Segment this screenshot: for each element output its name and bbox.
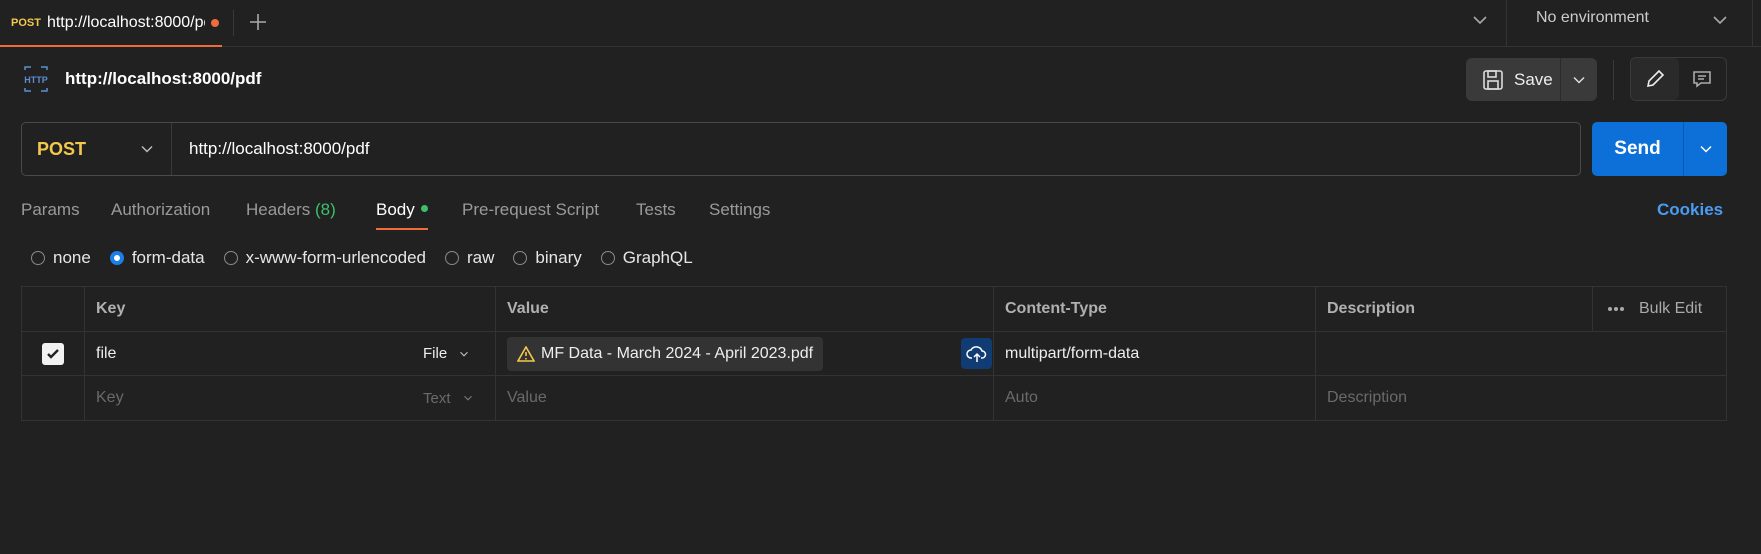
new-description-input[interactable]: Description (1315, 376, 1726, 420)
divider (1506, 0, 1507, 47)
header-key: Key (84, 287, 495, 331)
table-new-row: Key Text Value Auto Description (22, 376, 1726, 420)
environment-select[interactable]: No environment (1536, 9, 1649, 27)
radio-label: x-www-form-urlencoded (245, 248, 427, 267)
save-button-group: Save (1466, 58, 1597, 101)
radio-form-data[interactable]: form-data (109, 248, 205, 268)
tab-params[interactable]: Params (21, 200, 80, 220)
content-type-input[interactable]: multipart/form-data (993, 332, 1315, 375)
new-key-type-label: Text (423, 389, 451, 407)
new-value-input[interactable]: Value (495, 376, 993, 420)
tab-authorization[interactable]: Authorization (111, 200, 210, 220)
row-enabled-cell (22, 376, 84, 420)
more-options-icon[interactable] (1607, 306, 1625, 312)
header-checkbox-col (22, 287, 84, 331)
request-title[interactable]: http://localhost:8000/pdf (65, 69, 261, 89)
method-select[interactable]: POST (22, 123, 172, 175)
comments-icon[interactable] (1679, 58, 1727, 100)
tab-title: http://localhost:8000/pdf (46, 13, 205, 31)
tab-body-label: Body (376, 200, 415, 219)
save-label: Save (1514, 69, 1553, 89)
save-options-chevron-down-icon[interactable] (1561, 70, 1597, 90)
send-button-group: Send (1592, 122, 1727, 176)
radio-label: raw (467, 248, 495, 267)
active-tab-underline (376, 228, 428, 230)
cookies-link[interactable]: Cookies (1657, 200, 1723, 220)
radio-circle (223, 251, 238, 265)
tabs-chevron-down-icon[interactable] (1468, 8, 1492, 37)
new-key-type-select[interactable]: Text (412, 376, 495, 420)
file-chip[interactable]: MF Data - March 2024 - April 2023.pdf (507, 336, 824, 371)
http-icon: HTTP (21, 64, 51, 94)
divider (1752, 0, 1753, 47)
radio-circle (31, 251, 45, 265)
radio-label: form-data (131, 248, 205, 267)
request-tab[interactable]: POST http://localhost:8000/pdf (0, 0, 222, 47)
radio-graphql[interactable]: GraphQL (600, 248, 693, 268)
radio-label: binary (535, 248, 582, 267)
url-input[interactable] (172, 138, 1580, 160)
table-row: file File MF Data - March 2024 - April 2… (22, 332, 1726, 376)
body-dot (420, 205, 428, 213)
form-data-table: Key Value Content-Type Description Bulk … (21, 286, 1727, 421)
send-button[interactable]: Send (1592, 122, 1683, 176)
method-label: POST (37, 138, 87, 159)
bulk-edit-area: Bulk Edit (1592, 287, 1726, 331)
key-input[interactable]: file (84, 332, 412, 375)
cloud-upload-icon[interactable] (961, 338, 992, 369)
header-content-type: Content-Type (993, 287, 1315, 331)
radio-x-www-form-urlencoded[interactable]: x-www-form-urlencoded (223, 248, 427, 268)
radio-binary[interactable]: binary (513, 248, 582, 268)
row-enabled-checkbox[interactable] (42, 342, 64, 365)
new-tab-plus-icon[interactable] (248, 4, 268, 39)
tab-method: POST (11, 16, 41, 29)
key-type-chevron-down-icon (460, 351, 469, 357)
tab-pre-request-script[interactable]: Pre-request Script (462, 200, 599, 220)
radio-raw[interactable]: raw (445, 248, 494, 268)
new-key-input[interactable]: Key (84, 376, 412, 420)
radio-circle (445, 251, 460, 265)
table-header-row: Key Value Content-Type Description Bulk … (22, 287, 1726, 332)
radio-label: none (53, 248, 91, 267)
svg-text:HTTP: HTTP (24, 75, 48, 85)
tab-tests[interactable]: Tests (636, 200, 676, 220)
body-type-radio-group: none form-data x-www-form-urlencoded raw… (31, 248, 712, 268)
new-content-type-input[interactable]: Auto (993, 376, 1315, 420)
radio-circle (600, 251, 615, 265)
key-type-label: File (423, 345, 448, 362)
file-name: MF Data - March 2024 - April 2023.pdf (541, 344, 814, 362)
radio-circle-selected (109, 251, 124, 265)
radio-label: GraphQL (622, 248, 693, 267)
header-value: Value (495, 287, 993, 331)
radio-none[interactable]: none (31, 248, 91, 268)
send-options-chevron-down-icon[interactable] (1684, 122, 1727, 176)
value-cell: MF Data - March 2024 - April 2023.pdf (495, 332, 993, 375)
url-bar: POST (21, 122, 1581, 176)
tab-body[interactable]: Body (376, 200, 428, 220)
new-key-type-chevron-down-icon (463, 395, 472, 401)
divider (1613, 60, 1614, 100)
description-input[interactable] (1315, 332, 1726, 375)
environment-chevron-down-icon[interactable] (1708, 8, 1732, 37)
check-icon (47, 348, 59, 359)
key-type-select[interactable]: File (412, 332, 495, 375)
edit-pencil-icon[interactable] (1631, 58, 1679, 100)
divider (233, 10, 234, 36)
tab-headers[interactable]: Headers (8) (246, 200, 336, 220)
view-toggle (1630, 57, 1727, 101)
bulk-edit-button[interactable]: Bulk Edit (1639, 300, 1702, 318)
tab-settings[interactable]: Settings (709, 200, 770, 220)
warning-icon (517, 345, 535, 362)
save-button[interactable]: Save (1466, 58, 1560, 101)
header-description: Description (1315, 287, 1592, 331)
unsaved-dot (210, 18, 219, 27)
headers-count: (8) (315, 200, 336, 219)
method-chevron-down-icon (141, 145, 153, 153)
tab-headers-label: Headers (246, 200, 311, 219)
save-icon (1483, 69, 1503, 90)
radio-circle (513, 251, 528, 265)
row-enabled-cell (22, 332, 84, 375)
